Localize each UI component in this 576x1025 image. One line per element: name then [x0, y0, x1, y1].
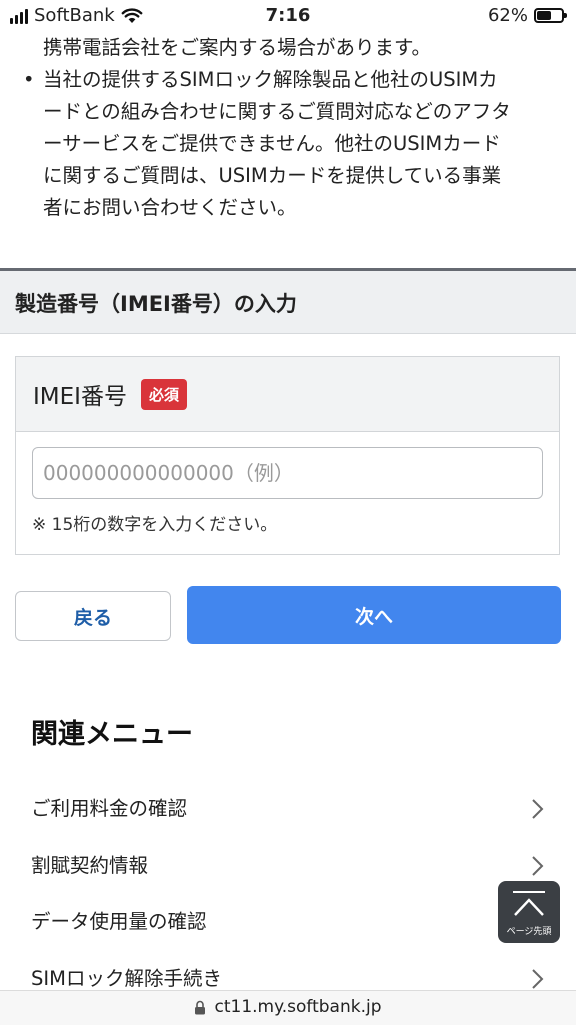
page-top-label: ページ先頭 [506, 927, 552, 937]
note-line: 者にお問い合わせください。 [43, 196, 297, 219]
notes-section: 携帯電話会社をご案内する場合があります。 • 当社の提供するSIMロック解除製品… [0, 32, 576, 224]
url-display: ct11.my.softbank.jp [0, 997, 576, 1017]
chevron-right-icon [532, 856, 544, 876]
required-badge: 必須 [140, 378, 187, 410]
chevron-right-icon [532, 969, 544, 989]
battery-level [537, 11, 551, 20]
note-line: に関するご質問は、USIMカードを提供している事業 [43, 164, 502, 187]
note-item: • 当社の提供するSIMロック解除製品と他社のUSIMカ ードとの組み合わせに関… [0, 64, 576, 224]
related-menu-item-data-usage[interactable]: データ使用量の確認 [0, 894, 576, 950]
note-line: 当社の提供するSIMロック解除製品と他社のUSIMカ [43, 68, 498, 91]
arrow-up-icon [513, 891, 545, 916]
menu-item-label: 割賦契約情報 [31, 854, 149, 877]
page-top-button[interactable]: ページ先頭 [498, 881, 560, 943]
lock-icon [195, 1000, 206, 1014]
related-menu-item-installment[interactable]: 割賦契約情報 [0, 838, 576, 894]
status-bar: SoftBank 7:16 62% [0, 0, 576, 32]
imei-field-header: IMEI番号 必須 [16, 357, 559, 432]
url-text: ct11.my.softbank.jp [214, 997, 382, 1017]
next-button[interactable]: 次へ [187, 586, 561, 644]
menu-item-label: ご利用料金の確認 [31, 797, 188, 820]
related-menu-title: 関連メニュー [31, 719, 193, 750]
chevron-right-icon [532, 799, 544, 819]
imei-input[interactable] [32, 447, 543, 499]
imei-form-box: IMEI番号 必須 ※ 15桁の数字を入力ください。 [15, 356, 560, 555]
battery-percent: 62% [487, 5, 528, 26]
imei-hint: ※ 15桁の数字を入力ください。 [32, 515, 278, 535]
note-line: ーサービスをご提供できません。他社のUSIMカード [43, 132, 501, 155]
related-menu-item-billing[interactable]: ご利用料金の確認 [0, 781, 576, 837]
battery-icon [534, 8, 567, 23]
status-right: 62% [487, 5, 567, 26]
imei-label: IMEI番号 [33, 384, 127, 410]
back-button[interactable]: 戻る [15, 591, 171, 641]
note-line: ードとの組み合わせに関するご質問対応などのアフタ [43, 100, 511, 123]
note-continuation: 携帯電話会社をご案内する場合があります。 [43, 36, 432, 59]
bullet-mark: • [23, 68, 35, 91]
menu-item-label: データ使用量の確認 [31, 910, 207, 933]
section-header-imei: 製造番号（IMEI番号）の入力 [0, 268, 576, 334]
browser-url-bar[interactable]: ct11.my.softbank.jp [0, 990, 576, 1025]
